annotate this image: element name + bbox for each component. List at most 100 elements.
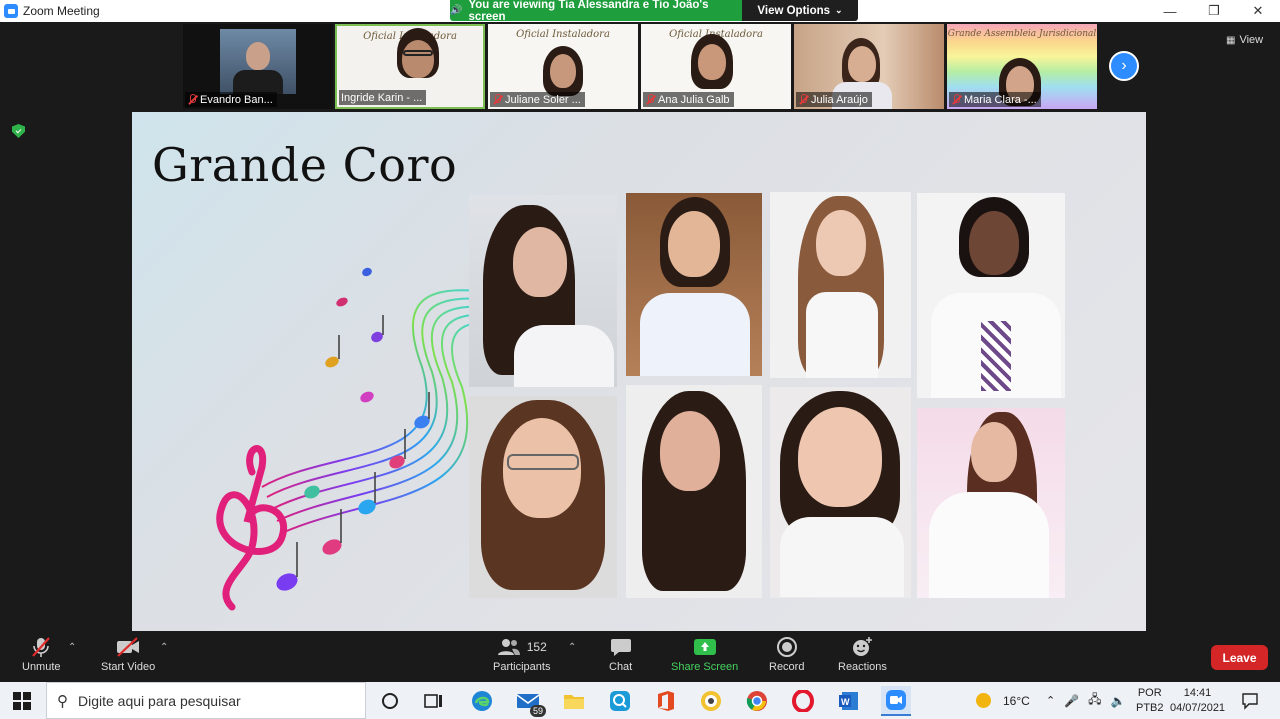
photo-7 <box>770 387 911 598</box>
muted-mic-icon <box>492 94 502 105</box>
participants-button[interactable]: 152 Participants <box>493 636 550 673</box>
leave-label: Leave <box>1222 650 1257 665</box>
logo: Oficial Instaladora <box>516 29 610 40</box>
muted-mic-icon <box>798 94 808 105</box>
word-icon[interactable]: W <box>837 689 861 713</box>
search-app-icon[interactable] <box>608 689 632 713</box>
participant-name: Evandro Ban... <box>185 92 277 107</box>
minimize-button[interactable]: — <box>1148 0 1192 22</box>
file-explorer-icon[interactable] <box>562 689 586 713</box>
photo-6 <box>626 385 762 598</box>
view-options-button[interactable]: View Options ⌄ <box>742 0 858 21</box>
unmute-button[interactable]: Unmute <box>22 636 61 673</box>
keyboard-layout: PTB2 <box>1136 701 1164 714</box>
weather-widget[interactable]: 16°C <box>976 682 1030 719</box>
chat-button[interactable]: Chat <box>609 636 632 673</box>
participant-name: Maria Clara -... <box>949 92 1041 107</box>
chevron-right-icon: › <box>1121 57 1127 74</box>
restore-button[interactable]: ❐ <box>1192 0 1236 22</box>
muted-mic-icon <box>951 94 961 105</box>
photo-4 <box>917 193 1065 398</box>
share-banner-text: You are viewing Tia Alessandra e Tio Joã… <box>468 0 709 23</box>
language-indicator[interactable]: POR PTB2 <box>1136 682 1164 719</box>
task-view-icon[interactable] <box>422 689 446 713</box>
speaker-icon: 🔊 <box>450 5 463 16</box>
microphone-icon[interactable]: 🎤 <box>1064 694 1079 708</box>
language-code: POR <box>1137 686 1162 699</box>
share-screen-button[interactable]: Share Screen <box>671 636 738 673</box>
participant-face <box>246 42 270 70</box>
share-screen-label: Share Screen <box>671 661 739 673</box>
office-icon[interactable] <box>654 689 678 713</box>
grid-icon: ▦ <box>1226 34 1236 46</box>
volume-icon[interactable]: 🔈 <box>1111 694 1126 708</box>
photo-2 <box>626 193 762 376</box>
unmute-label: Unmute <box>22 661 61 673</box>
participant-name: Ana Julia Galb <box>643 92 734 107</box>
reactions-label: Reactions <box>838 661 887 673</box>
participant-face <box>550 54 576 88</box>
chat-icon <box>610 636 632 658</box>
system-tray: ⌃ 🎤 🖧 🔈 <box>1046 682 1126 719</box>
opera-icon[interactable] <box>791 689 815 713</box>
record-button[interactable]: Record <box>769 636 804 673</box>
participant-name: Ingride Karin - ... <box>339 90 427 105</box>
record-label: Record <box>769 661 805 673</box>
chevron-down-icon: ⌄ <box>835 5 843 15</box>
participant-name: Julia Araújo <box>796 92 872 107</box>
clock[interactable]: 14:41 04/07/2021 <box>1170 682 1225 719</box>
logo: Grande Assembleia Jurisdicional <box>947 29 1097 39</box>
reactions-button[interactable]: Reactions <box>838 636 887 673</box>
mail-badge: 59 <box>529 705 546 717</box>
participants-label: Participants <box>493 661 551 673</box>
video-off-icon <box>115 636 141 658</box>
leave-button[interactable]: Leave <box>1211 645 1268 670</box>
participant-tile[interactable]: Oficial Instaladora Ingride Karin - ... <box>335 24 485 109</box>
shared-screen: Grande Coro <box>132 112 1146 631</box>
taskbar-search-box[interactable]: ⚲ Digite aqui para pesquisar <box>46 682 366 719</box>
participant-face <box>402 40 434 78</box>
view-button[interactable]: ▦ View <box>1226 34 1263 46</box>
close-button[interactable]: ✕ <box>1236 0 1280 22</box>
view-options-label: View Options <box>757 4 831 17</box>
network-icon[interactable]: 🖧 <box>1088 690 1101 711</box>
cortana-icon[interactable] <box>378 689 402 713</box>
muted-mic-icon <box>645 94 655 105</box>
start-video-label: Start Video <box>101 661 156 673</box>
clock-date: 04/07/2021 <box>1170 701 1226 714</box>
sun-icon <box>976 693 991 708</box>
chat-label: Chat <box>609 661 633 673</box>
music-notes-illustration <box>216 267 493 611</box>
weather-temp: 16°C <box>1003 693 1030 708</box>
app-icon-yellow[interactable] <box>699 689 723 713</box>
participant-tile[interactable]: Julia Araújo <box>794 24 944 109</box>
start-video-button[interactable]: Start Video <box>101 636 155 673</box>
screen-share-banner: 🔊 You are viewing Tia Alessandra e Tio J… <box>450 0 742 23</box>
next-page-button[interactable]: › <box>1109 51 1139 81</box>
participant-name: Juliane Soler ... <box>490 92 585 107</box>
windows-start-icon[interactable] <box>10 689 34 713</box>
share-screen-icon <box>693 636 717 658</box>
glasses <box>403 50 433 56</box>
meeting-toolbar: Unmute ⌃ Start Video ⌃ 152 Participants … <box>0 632 1280 682</box>
participant-face <box>698 44 726 80</box>
participant-tile[interactable]: Oficial Instaladora Ana Julia Galb <box>641 24 791 109</box>
participants-count: 152 <box>526 640 547 654</box>
notifications-icon[interactable] <box>1238 689 1262 713</box>
participant-tile[interactable]: Oficial Instaladora Juliane Soler ... <box>488 24 638 109</box>
zoom-taskbar-icon[interactable] <box>881 686 911 716</box>
zoom-app-icon <box>4 4 18 18</box>
chevron-up-icon[interactable]: ⌃ <box>1046 694 1055 707</box>
view-label: View <box>1239 34 1264 46</box>
participant-tile[interactable]: Evandro Ban... <box>183 24 333 109</box>
mail-icon[interactable]: 59 <box>516 689 546 717</box>
edge-icon[interactable] <box>470 689 494 713</box>
search-icon: ⚲ <box>57 692 68 710</box>
clock-time: 14:41 <box>1183 686 1212 699</box>
muted-mic-icon <box>30 636 52 658</box>
audio-options-caret[interactable]: ⌃ <box>68 642 76 653</box>
chrome-icon[interactable] <box>745 689 769 713</box>
participant-tile[interactable]: Grande Assembleia Jurisdicional Maria Cl… <box>947 24 1097 109</box>
participants-options-caret[interactable]: ⌃ <box>568 642 576 653</box>
video-options-caret[interactable]: ⌃ <box>160 642 168 653</box>
